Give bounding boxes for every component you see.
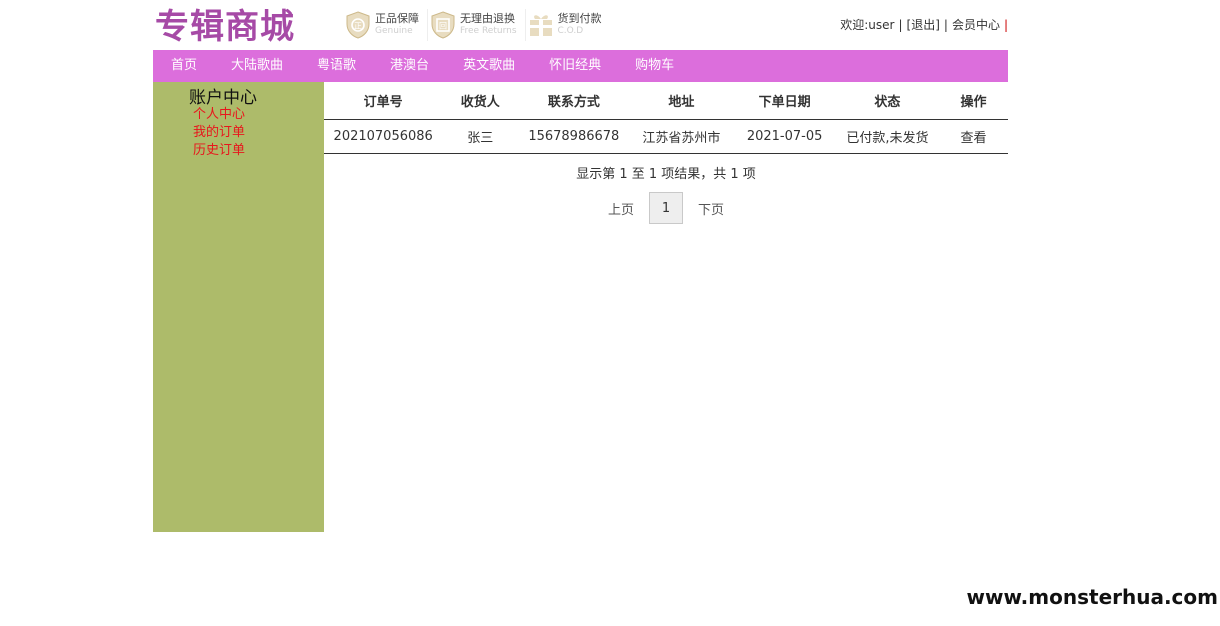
badge-returns: 回 无理由退换 Free Returns xyxy=(428,9,526,41)
cell-address: 江苏省苏州市 xyxy=(629,119,734,154)
welcome-text: 欢迎:user xyxy=(840,18,895,32)
main-content: 订单号 收货人 联系方式 地址 下单日期 状态 操作 202107056086 … xyxy=(324,82,1008,224)
separator: | xyxy=(898,18,903,32)
nav-item-english[interactable]: 英文歌曲 xyxy=(446,50,532,82)
user-bar: 欢迎:user | [退出] | 会员中心 | xyxy=(840,16,1008,33)
shield-return-icon: 回 xyxy=(430,11,456,39)
col-address: 地址 xyxy=(629,82,734,120)
cell-recipient: 张三 xyxy=(442,119,519,154)
badge-cod-subtitle: C.O.D xyxy=(557,26,584,36)
nav-item-cart[interactable]: 购物车 xyxy=(618,50,691,82)
nav-item-home[interactable]: 首页 xyxy=(153,50,214,82)
badge-genuine-title: 正品保障 xyxy=(375,12,419,25)
badge-returns-subtitle: Free Returns xyxy=(460,26,517,36)
separator-trailing: | xyxy=(1003,18,1008,32)
badge-genuine-subtitle: Genuine xyxy=(375,26,413,36)
nav-item-hk-macau-tw[interactable]: 港澳台 xyxy=(373,50,446,82)
watermark: www.monsterhua.com xyxy=(966,585,1218,609)
view-order-link[interactable]: 查看 xyxy=(938,119,1008,154)
nav-item-classics[interactable]: 怀旧经典 xyxy=(532,50,618,82)
svg-text:正: 正 xyxy=(354,22,362,31)
cell-order-no: 202107056086 xyxy=(324,119,443,154)
cell-status: 已付款,未发货 xyxy=(835,119,939,154)
member-center-link[interactable]: 会员中心 xyxy=(952,18,1000,32)
col-contact: 联系方式 xyxy=(518,82,630,120)
table-row: 202107056086 张三 15678986678 江苏省苏州市 2021-… xyxy=(324,119,1008,154)
col-status: 状态 xyxy=(835,82,939,120)
table-header-row: 订单号 收货人 联系方式 地址 下单日期 状态 操作 xyxy=(324,82,1008,120)
col-order-date: 下单日期 xyxy=(733,82,836,120)
sidebar-link-profile[interactable]: 个人中心 xyxy=(193,103,245,122)
pagination: 上页 1 下页 xyxy=(324,192,1008,224)
site-logo[interactable]: 专辑商城 xyxy=(155,6,295,48)
cell-contact: 15678986678 xyxy=(518,119,630,154)
gift-box-icon xyxy=(528,11,554,39)
prev-page-button[interactable]: 上页 xyxy=(593,199,649,218)
nav-item-cantonese[interactable]: 粤语歌 xyxy=(300,50,373,82)
col-recipient: 收货人 xyxy=(442,82,519,120)
shield-zheng-icon: 正 xyxy=(345,11,371,39)
page-number-button[interactable]: 1 xyxy=(649,192,683,224)
service-badges: 正 正品保障 Genuine 回 无理由退换 Free Returns 货到付款… xyxy=(343,9,610,41)
main-nav: 首页 大陆歌曲 粤语歌 港澳台 英文歌曲 怀旧经典 购物车 xyxy=(153,50,1008,82)
next-page-button[interactable]: 下页 xyxy=(683,199,739,218)
badge-genuine: 正 正品保障 Genuine xyxy=(343,9,428,41)
logout-link[interactable]: [退出] xyxy=(907,18,940,32)
sidebar-link-history[interactable]: 历史订单 xyxy=(193,139,245,158)
badge-cod-title: 货到付款 xyxy=(557,12,602,25)
separator: | xyxy=(943,18,948,32)
sidebar: 账户中心 个人中心 我的订单 历史订单 xyxy=(153,82,324,532)
nav-item-mainland[interactable]: 大陆歌曲 xyxy=(214,50,300,82)
sidebar-link-orders[interactable]: 我的订单 xyxy=(193,121,245,140)
badge-cod: 货到付款 C.O.D xyxy=(526,9,610,41)
cell-order-date: 2021-07-05 xyxy=(733,119,836,154)
svg-text:回: 回 xyxy=(439,22,447,31)
badge-returns-title: 无理由退换 xyxy=(460,12,515,25)
col-actions: 操作 xyxy=(938,82,1008,120)
orders-table: 订单号 收货人 联系方式 地址 下单日期 状态 操作 202107056086 … xyxy=(324,82,1008,154)
col-order-no: 订单号 xyxy=(324,82,443,120)
pagination-info: 显示第 1 至 1 项结果，共 1 项 xyxy=(576,167,756,182)
